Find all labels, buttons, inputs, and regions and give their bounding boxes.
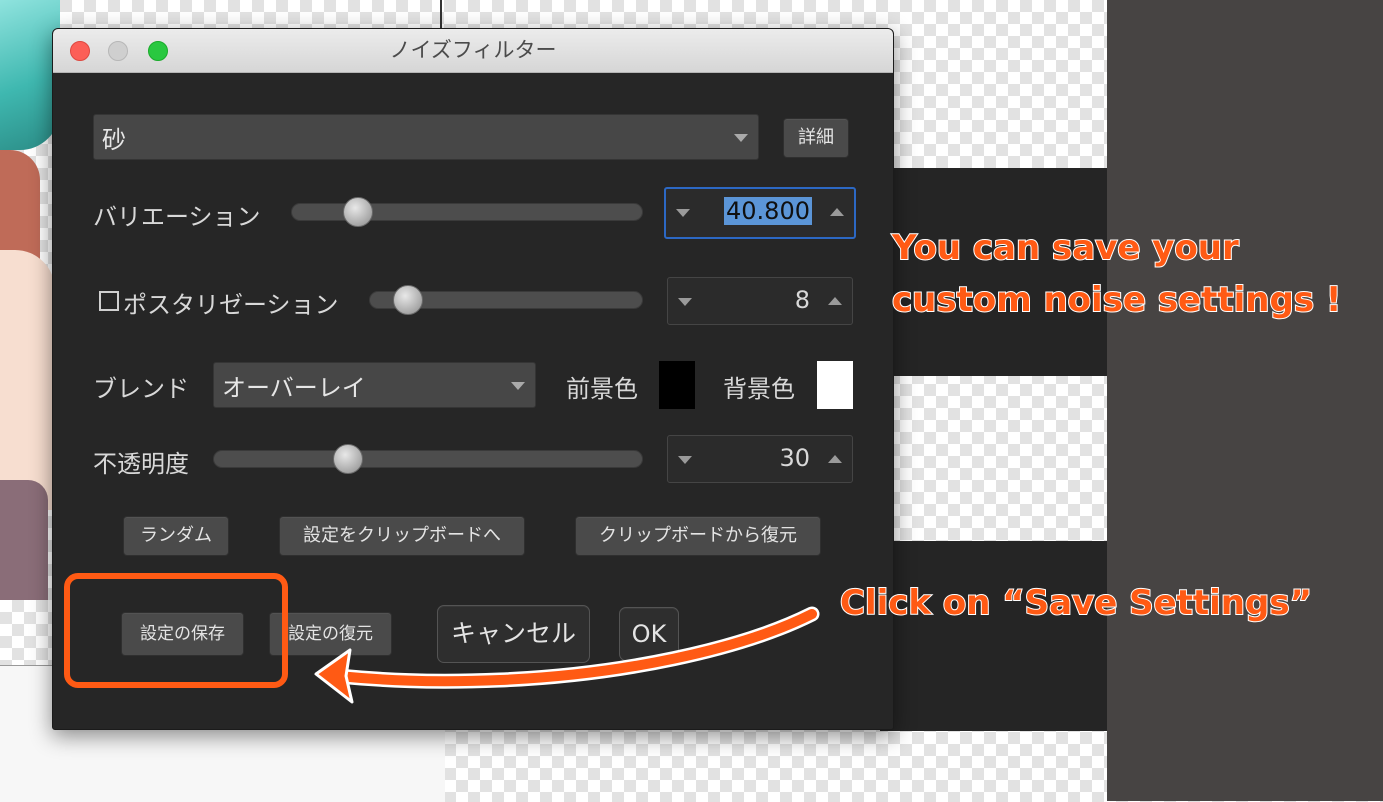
- annotation-click-note: Click on “Save Settings”: [839, 582, 1313, 624]
- arrow-head: [314, 648, 354, 704]
- annotation-line-2: custom noise settings !: [891, 279, 1342, 321]
- annotation-line-1: You can save your: [891, 227, 1240, 269]
- annotation-arrow: [314, 606, 820, 704]
